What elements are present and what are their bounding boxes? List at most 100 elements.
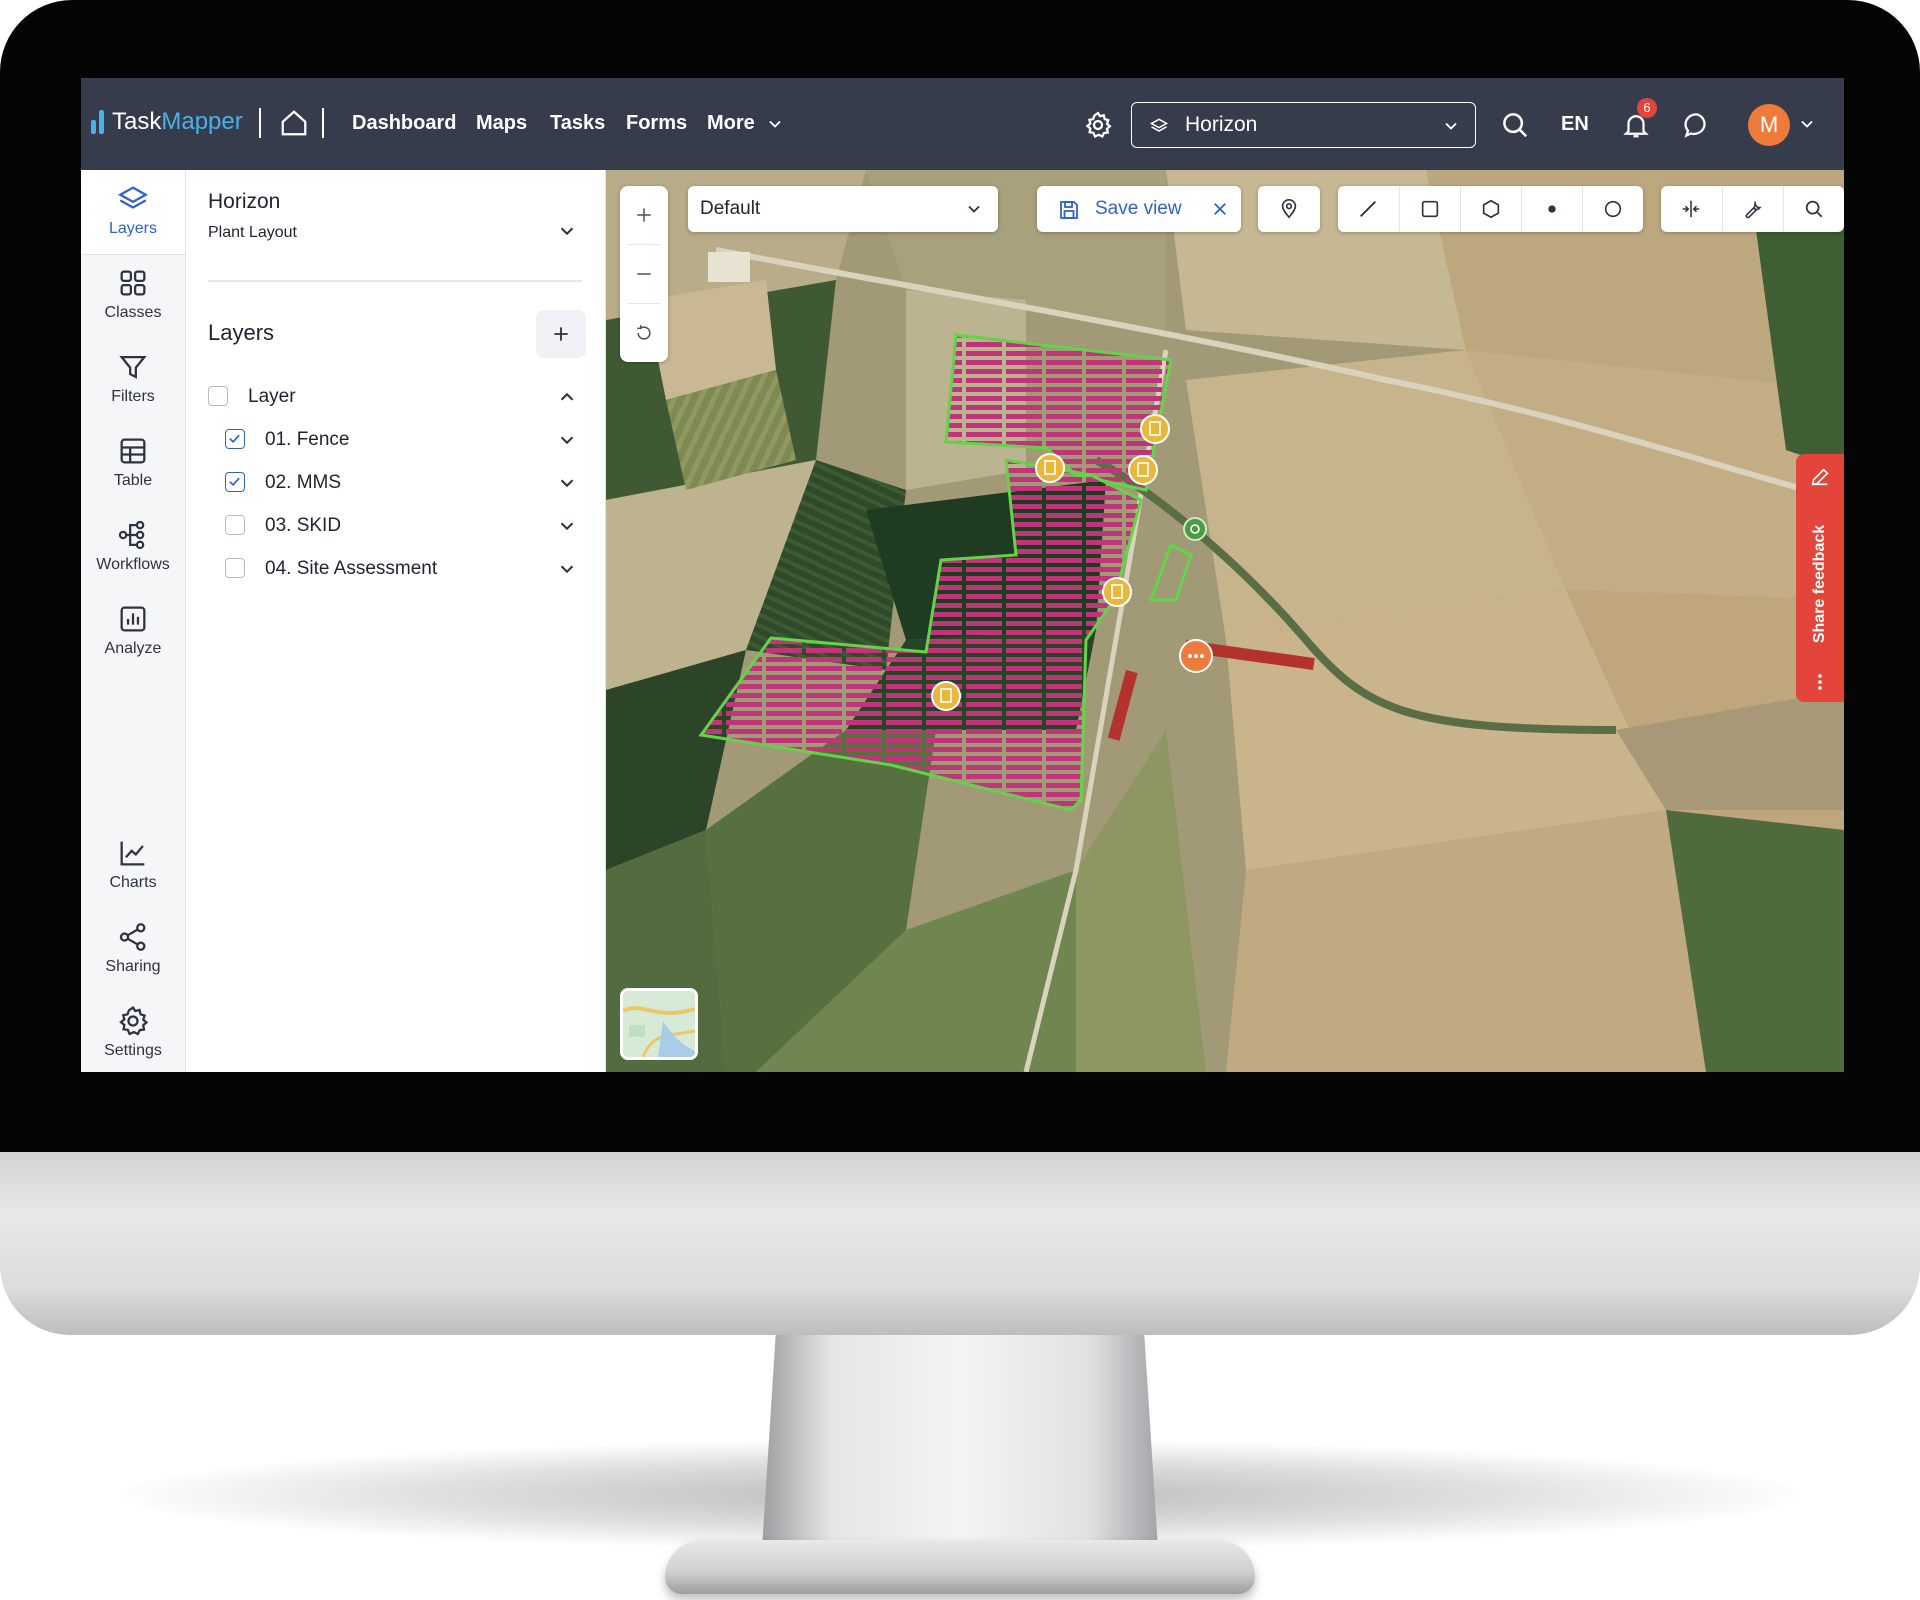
rail-item-analyze[interactable]: Analyze bbox=[81, 602, 185, 658]
rail-item-label: Analyze bbox=[104, 640, 162, 657]
rail-item-table[interactable]: Table bbox=[81, 434, 185, 490]
nav-forms[interactable]: Forms bbox=[626, 112, 687, 135]
logo-text-mapper: Mapper bbox=[161, 108, 243, 135]
monitor-chin bbox=[0, 1150, 1920, 1335]
layers-icon bbox=[1149, 118, 1169, 132]
rail-item-classes[interactable]: Classes bbox=[81, 266, 185, 322]
chat-icon[interactable] bbox=[1682, 110, 1712, 140]
rail-item-workflows[interactable]: Workflows bbox=[81, 518, 185, 574]
draw-rectangle-tool[interactable] bbox=[1400, 186, 1460, 232]
map-canvas[interactable]: Default Save view Share feedback bbox=[606, 170, 1844, 1072]
chevron-down-icon[interactable] bbox=[556, 472, 578, 494]
form-marker-icon[interactable] bbox=[1127, 454, 1159, 486]
more-options-marker-icon[interactable] bbox=[1178, 638, 1214, 674]
draw-circle-tool[interactable] bbox=[1583, 186, 1643, 232]
close-icon[interactable] bbox=[1211, 200, 1229, 218]
form-marker-icon[interactable] bbox=[930, 680, 962, 712]
checkmark-icon bbox=[229, 477, 240, 486]
save-view-label: Save view bbox=[1095, 198, 1182, 219]
chevron-up-icon[interactable] bbox=[556, 386, 578, 408]
logo-icon bbox=[91, 110, 104, 134]
monitor-base bbox=[665, 1540, 1255, 1594]
rail-item-label: Settings bbox=[104, 1042, 162, 1059]
map-utility-tool-group bbox=[1661, 186, 1844, 232]
layer-checkbox[interactable] bbox=[225, 515, 245, 535]
rail-item-label: Layers bbox=[108, 220, 158, 237]
chevron-down-icon bbox=[1445, 122, 1457, 130]
gear-icon bbox=[119, 1005, 149, 1036]
form-marker-icon[interactable] bbox=[1034, 452, 1066, 484]
draw-polygon-tool[interactable] bbox=[1461, 186, 1521, 232]
chevron-down-icon[interactable] bbox=[556, 515, 578, 537]
nav-dashboard[interactable]: Dashboard bbox=[352, 112, 456, 135]
gear-icon[interactable] bbox=[1083, 110, 1113, 140]
layers-icon bbox=[117, 186, 149, 209]
layer-checkbox[interactable] bbox=[225, 558, 245, 578]
app-screen: Task Mapper Dashboard Maps Tasks Forms Mo… bbox=[81, 78, 1844, 1072]
rail-item-settings[interactable]: Settings bbox=[81, 1004, 185, 1060]
chevron-down-icon bbox=[968, 205, 980, 213]
nav-more[interactable]: More bbox=[707, 112, 755, 135]
form-marker-icon[interactable] bbox=[1101, 576, 1133, 608]
add-layer-button[interactable] bbox=[536, 310, 586, 358]
bar-chart-icon bbox=[120, 606, 146, 632]
chevron-down-icon[interactable] bbox=[556, 429, 578, 451]
plus-icon bbox=[637, 208, 651, 222]
rail-item-charts[interactable]: Charts bbox=[81, 836, 185, 892]
rotate-icon bbox=[637, 325, 651, 340]
satellite-map bbox=[606, 170, 1844, 1072]
pencil-icon bbox=[1811, 468, 1829, 486]
chevron-down-icon[interactable] bbox=[556, 558, 578, 580]
rail-item-label: Workflows bbox=[96, 556, 170, 573]
taskmapper-logo[interactable]: Task Mapper bbox=[91, 102, 243, 142]
map-search-button[interactable] bbox=[1784, 186, 1844, 232]
layer-checkbox[interactable] bbox=[225, 429, 245, 449]
divider bbox=[322, 108, 324, 138]
layer-label: 01. Fence bbox=[265, 429, 350, 450]
minus-icon bbox=[637, 273, 651, 275]
layer-group-label: Layer bbox=[248, 386, 296, 407]
compress-arrows-icon bbox=[1682, 200, 1700, 218]
rail-item-sharing[interactable]: Sharing bbox=[81, 920, 185, 976]
zoom-in-button[interactable] bbox=[620, 186, 668, 244]
share-feedback-tab[interactable]: Share feedback bbox=[1796, 454, 1844, 702]
draw-line-tool[interactable] bbox=[1338, 186, 1398, 232]
chevron-down-icon[interactable] bbox=[1797, 114, 1817, 134]
project-select[interactable]: Horizon bbox=[1131, 102, 1476, 148]
checkmark-icon bbox=[229, 434, 240, 443]
basemap-switcher[interactable] bbox=[620, 988, 698, 1060]
save-view-button[interactable]: Save view bbox=[1037, 186, 1241, 232]
reset-view-button[interactable] bbox=[620, 304, 668, 362]
grid-icon bbox=[120, 270, 146, 296]
wrench-icon bbox=[1745, 201, 1762, 219]
nav-tasks[interactable]: Tasks bbox=[550, 112, 605, 135]
divider bbox=[208, 280, 582, 282]
share-feedback-label: Share feedback bbox=[1811, 524, 1828, 644]
language-switch[interactable]: EN bbox=[1561, 113, 1589, 136]
map-pin-icon bbox=[1281, 199, 1297, 219]
tools-button[interactable] bbox=[1723, 186, 1783, 232]
rail-item-filters[interactable]: Filters bbox=[81, 350, 185, 406]
home-icon[interactable] bbox=[279, 108, 309, 138]
snap-tool[interactable] bbox=[1661, 186, 1721, 232]
layer-group-checkbox[interactable] bbox=[208, 386, 228, 406]
layer-label: 03. SKID bbox=[265, 515, 342, 536]
zoom-controls bbox=[620, 186, 668, 362]
nav-maps[interactable]: Maps bbox=[476, 112, 527, 135]
chevron-down-icon[interactable] bbox=[556, 220, 578, 242]
place-marker-tool[interactable] bbox=[1259, 186, 1319, 232]
line-icon bbox=[1360, 201, 1376, 217]
layer-label: 04. Site Assessment bbox=[265, 558, 438, 579]
layer-checkbox[interactable] bbox=[225, 472, 245, 492]
location-target-icon[interactable] bbox=[1182, 516, 1208, 542]
plus-icon bbox=[554, 327, 568, 341]
chevron-down-icon[interactable] bbox=[765, 114, 785, 134]
draw-point-tool[interactable] bbox=[1522, 186, 1582, 232]
view-select[interactable]: Default bbox=[688, 186, 998, 232]
form-marker-icon[interactable] bbox=[1139, 413, 1171, 445]
zoom-out-button[interactable] bbox=[620, 245, 668, 303]
user-avatar[interactable]: M bbox=[1748, 104, 1790, 146]
rail-item-layers[interactable]: Layers bbox=[81, 182, 185, 238]
search-icon[interactable] bbox=[1500, 110, 1530, 140]
share-icon bbox=[119, 923, 146, 951]
